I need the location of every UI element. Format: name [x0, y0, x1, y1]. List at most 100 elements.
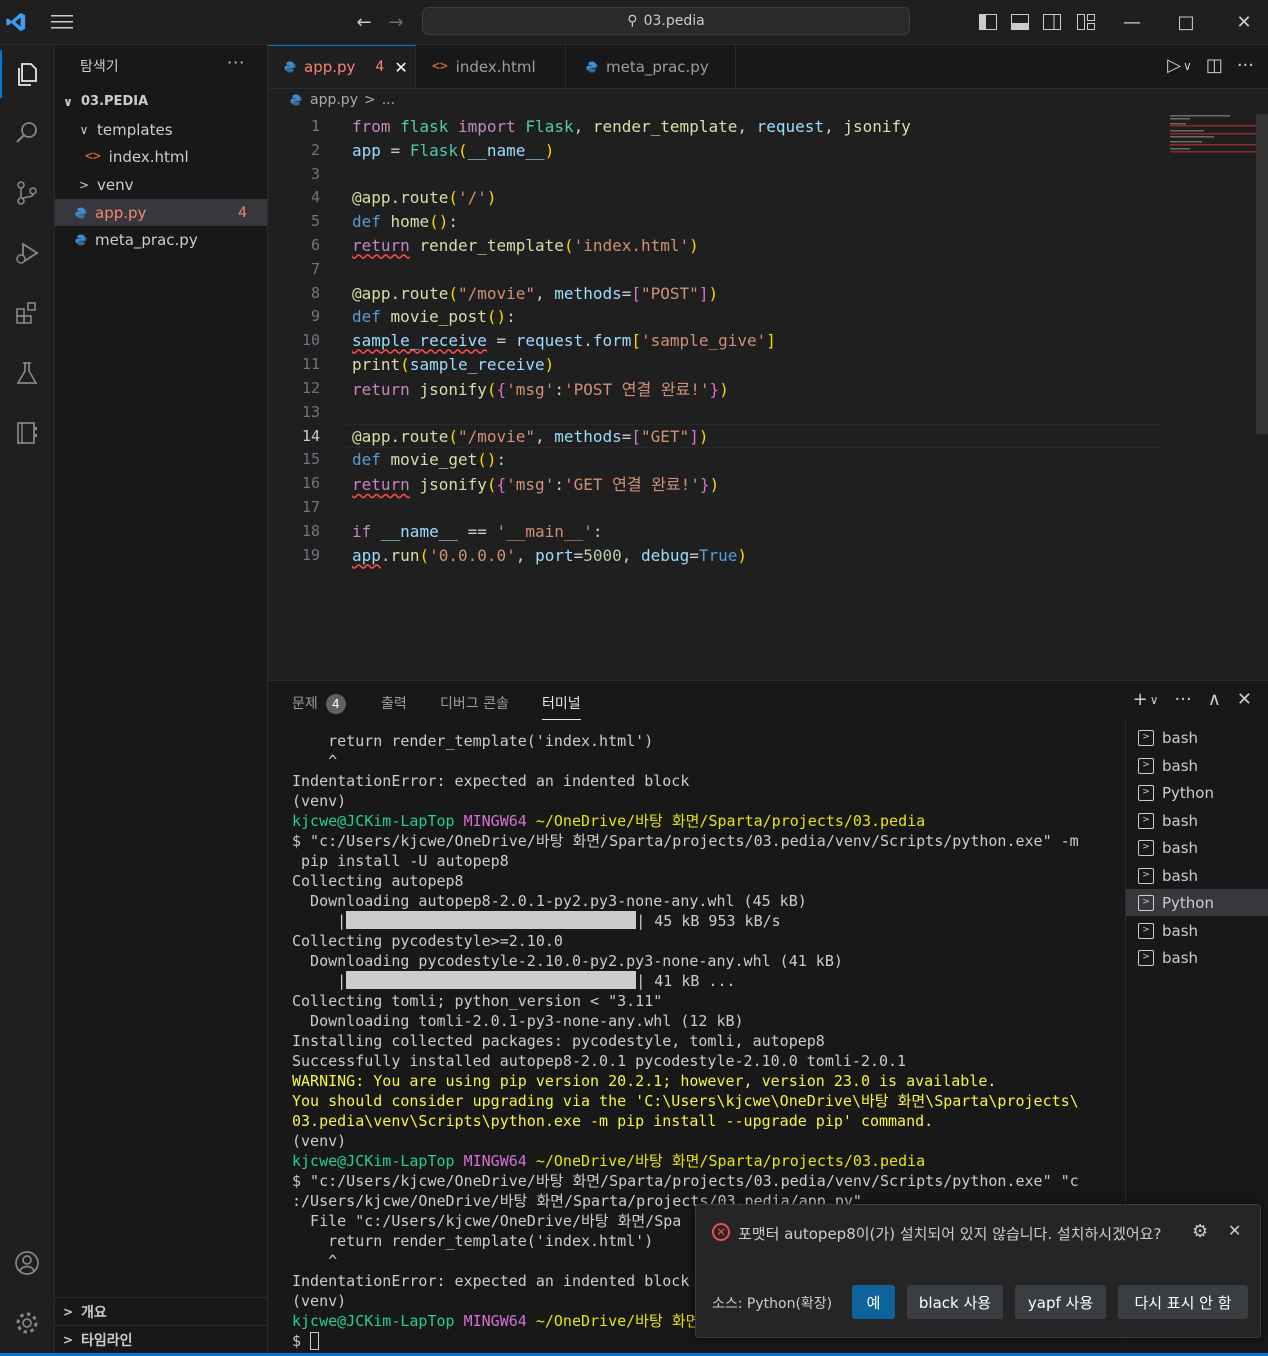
- terminal-list-label: bash: [1162, 921, 1199, 940]
- terminal-list-label: bash: [1162, 838, 1199, 857]
- terminal-line: (venv): [292, 1132, 347, 1150]
- tree-item-app-py[interactable]: app.py 4: [55, 199, 267, 226]
- use-yapf-button[interactable]: yapf 사용: [1015, 1285, 1106, 1319]
- more-actions-icon[interactable]: ···: [1237, 55, 1254, 76]
- terminal-icon: >: [1138, 757, 1154, 774]
- back-arrow-icon[interactable]: ←: [352, 10, 376, 34]
- close-window-icon[interactable]: ✕: [1232, 10, 1256, 34]
- tab-problems[interactable]: 문제 4: [292, 693, 346, 714]
- line-number: 14: [301, 427, 320, 445]
- more-actions-icon[interactable]: ···: [1175, 689, 1192, 710]
- run-python-icon[interactable]: ▷: [1167, 55, 1181, 76]
- minimize-icon[interactable]: —: [1120, 10, 1144, 34]
- terminal-line: return render_template('index.html'): [292, 732, 654, 750]
- terminal-list-item[interactable]: > bash: [1126, 752, 1268, 779]
- outline-section[interactable]: > 개요: [55, 1297, 273, 1325]
- close-icon[interactable]: ✕: [1228, 1221, 1241, 1240]
- run-debug-icon[interactable]: [0, 229, 54, 277]
- terminal-list-item[interactable]: > bash: [1126, 724, 1268, 751]
- command-center-search[interactable]: ⚲ 03.pedia: [422, 7, 910, 35]
- tab-label: meta_prac.py: [606, 57, 709, 76]
- line-number: 6: [310, 236, 320, 254]
- terminal-line: (venv): [292, 792, 347, 810]
- tree-item-index-html[interactable]: <> index.html: [55, 143, 267, 170]
- tab-output[interactable]: 출력: [381, 693, 407, 713]
- python-file-icon: [284, 61, 296, 73]
- minimap[interactable]: [1170, 114, 1256, 154]
- search-icon[interactable]: [0, 109, 54, 157]
- gear-icon[interactable]: ⚙: [1192, 1221, 1208, 1242]
- timeline-section[interactable]: > 타임라인: [55, 1325, 273, 1353]
- toggle-sidebar-icon[interactable]: [976, 10, 1000, 34]
- editor-scrollbar[interactable]: [1256, 114, 1268, 434]
- code-line: print(sample_receive): [352, 354, 555, 374]
- code-line: return jsonify({'msg':'POST 연결 완료!'}): [352, 380, 729, 399]
- tab-label: 문제: [292, 696, 318, 712]
- customize-layout-icon[interactable]: [1074, 10, 1098, 34]
- line-number: 5: [310, 212, 320, 230]
- toggle-panel-icon[interactable]: [1008, 10, 1032, 34]
- code-editor[interactable]: 1 from flask import Flask, render_templat…: [268, 114, 1268, 679]
- tab-terminal[interactable]: 터미널: [542, 693, 581, 720]
- terminal-line: Downloading pycodestyle-2.10.0-py2.py3-n…: [292, 952, 843, 970]
- new-terminal-plus-icon[interactable]: +: [1133, 689, 1148, 710]
- chevron-down-icon[interactable]: ∨: [1183, 59, 1192, 76]
- tree-item-label: meta_prac.py: [95, 230, 198, 249]
- extensions-icon[interactable]: [0, 289, 54, 337]
- close-panel-icon[interactable]: ✕: [1237, 689, 1252, 710]
- terminal-list-item[interactable]: > bash: [1126, 917, 1268, 944]
- tab-debug-console[interactable]: 디버그 콘솔: [440, 693, 509, 713]
- notification-message: 포맷터 autopep8이(가) 설치되어 있지 않습니다. 설치하시겠어요?: [738, 1225, 1162, 1243]
- explorer-icon[interactable]: [0, 50, 54, 98]
- tree-item-meta-prac-py[interactable]: meta_prac.py: [55, 226, 267, 253]
- chevron-down-icon[interactable]: ∨: [1150, 693, 1159, 710]
- dont-show-again-button[interactable]: 다시 표시 안 함: [1118, 1285, 1248, 1319]
- terminal-list-item[interactable]: > bash: [1126, 862, 1268, 889]
- tree-item-venv[interactable]: > venv: [55, 171, 267, 198]
- maximize-panel-chevron-up-icon[interactable]: ∧: [1208, 689, 1221, 710]
- maximize-icon[interactable]: □: [1174, 10, 1198, 34]
- notebook-icon[interactable]: [0, 409, 54, 457]
- tree-root-folder[interactable]: ∨ 03.PEDIA: [55, 88, 267, 115]
- forward-arrow-icon[interactable]: →: [384, 10, 408, 34]
- tab-app-py[interactable]: app.py 4 ✕: [268, 45, 416, 88]
- tree-item-templates[interactable]: ∨ templates: [55, 116, 267, 143]
- menu-icon[interactable]: [50, 10, 74, 34]
- tab-problem-count: 4: [375, 59, 385, 75]
- terminal-warning: You should consider upgrading via the 'C…: [292, 1092, 1079, 1110]
- python-file-icon: [75, 234, 87, 245]
- install-yes-button[interactable]: 예: [852, 1285, 895, 1319]
- close-icon[interactable]: ✕: [394, 58, 407, 77]
- terminal-list-item[interactable]: > Python: [1126, 779, 1268, 806]
- account-icon[interactable]: [0, 1239, 54, 1287]
- toggle-secondary-sidebar-icon[interactable]: [1040, 10, 1064, 34]
- terminal-line: ^: [292, 752, 338, 770]
- tree-item-label: templates: [97, 120, 173, 139]
- error-icon: ✕: [712, 1223, 730, 1241]
- terminal-list-item[interactable]: > Python: [1126, 889, 1268, 916]
- line-number: 9: [310, 307, 320, 325]
- editor-actions: ▷ ∨ ◫ ···: [1167, 55, 1254, 76]
- activity-bar: [0, 45, 55, 1353]
- settings-gear-icon[interactable]: [0, 1299, 54, 1347]
- split-editor-icon[interactable]: ◫: [1206, 55, 1223, 76]
- terminal-list-item[interactable]: > bash: [1126, 944, 1268, 971]
- problem-count-badge: 4: [238, 204, 247, 221]
- terminal-list-item[interactable]: > bash: [1126, 807, 1268, 834]
- explorer-more-icon[interactable]: ···: [227, 53, 245, 72]
- source-control-icon[interactable]: [0, 169, 54, 217]
- breadcrumb-more[interactable]: ...: [382, 92, 395, 108]
- tab-meta-prac-py[interactable]: meta_prac.py: [566, 45, 736, 88]
- testing-flask-icon[interactable]: [0, 349, 54, 397]
- terminal-list-item[interactable]: > bash: [1126, 834, 1268, 861]
- breadcrumb-file[interactable]: app.py: [310, 92, 358, 108]
- line-number: 3: [310, 165, 320, 183]
- terminal-icon: >: [1138, 812, 1154, 829]
- line-number: 16: [301, 474, 320, 492]
- root-folder-label: 03.PEDIA: [81, 94, 149, 109]
- editor-tabs: app.py 4 ✕ <> index.html meta_prac.py ▷ …: [268, 45, 1268, 89]
- use-black-button[interactable]: black 사용: [907, 1285, 1003, 1319]
- code-line: def movie_post():: [352, 306, 516, 326]
- terminal-list-label: bash: [1162, 728, 1199, 747]
- tab-index-html[interactable]: <> index.html: [416, 45, 566, 88]
